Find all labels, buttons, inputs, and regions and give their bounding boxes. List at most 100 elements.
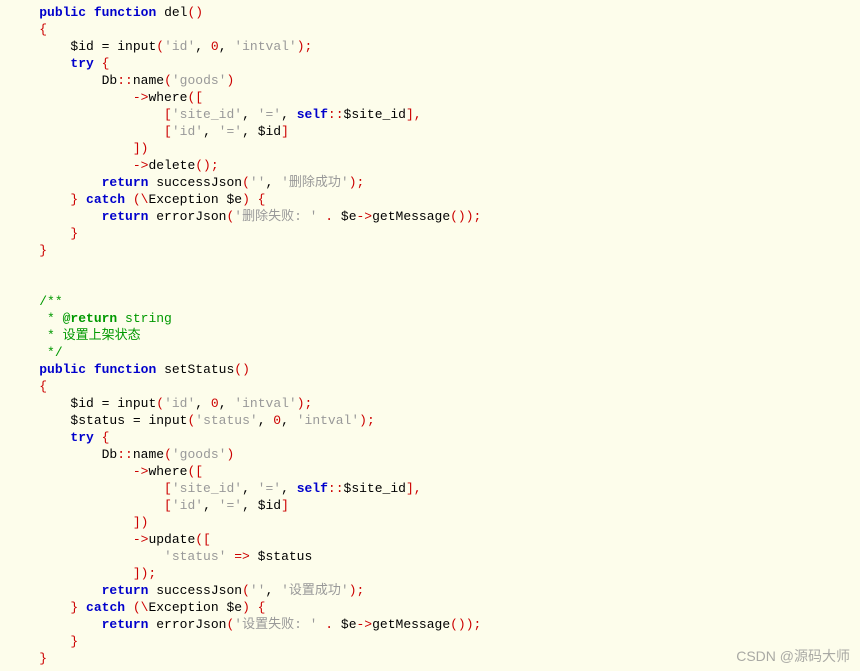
variable: $e bbox=[341, 617, 357, 632]
paren: ); bbox=[297, 39, 313, 54]
keyword-self: self bbox=[297, 107, 328, 122]
comment: */ bbox=[39, 345, 62, 360]
arrow: -> bbox=[357, 617, 373, 632]
bracket: ]) bbox=[133, 141, 149, 156]
brace: } bbox=[70, 226, 78, 241]
method: update bbox=[148, 532, 195, 547]
variable: $status bbox=[70, 413, 125, 428]
keyword-catch: catch bbox=[78, 192, 133, 207]
keyword-public: public bbox=[39, 5, 86, 20]
bracket: ([ bbox=[195, 532, 211, 547]
comma: , bbox=[219, 39, 235, 54]
keyword-try: try bbox=[70, 430, 93, 445]
bracket: [ bbox=[164, 498, 172, 513]
paren: ); bbox=[349, 175, 365, 190]
paren: ( bbox=[242, 583, 250, 598]
brace: } bbox=[39, 651, 47, 666]
bracket: ], bbox=[406, 107, 422, 122]
bracket: ] bbox=[281, 124, 289, 139]
method: where bbox=[148, 90, 187, 105]
string: 'site_id' bbox=[172, 107, 242, 122]
brace: { bbox=[39, 22, 47, 37]
function-name: setStatus bbox=[164, 362, 234, 377]
comment: * @return string bbox=[39, 311, 172, 326]
comma: , bbox=[195, 396, 211, 411]
string: '设置失败: ' bbox=[234, 617, 317, 632]
fn-input: input bbox=[148, 413, 187, 428]
variable: $e bbox=[219, 600, 242, 615]
exception: Exception bbox=[148, 600, 218, 615]
paren: ) { bbox=[242, 600, 265, 615]
brace: { bbox=[94, 430, 110, 445]
keyword-return: return bbox=[102, 583, 149, 598]
paren: ); bbox=[297, 396, 313, 411]
brace: { bbox=[39, 379, 47, 394]
comma: , bbox=[281, 481, 297, 496]
bracket: ] bbox=[281, 498, 289, 513]
fn: successJson bbox=[148, 583, 242, 598]
arrow: -> bbox=[133, 532, 149, 547]
function-name: del bbox=[164, 5, 187, 20]
string: '' bbox=[250, 175, 266, 190]
paren: ()); bbox=[450, 209, 481, 224]
keyword-return: return bbox=[102, 617, 149, 632]
string: 'id' bbox=[164, 396, 195, 411]
brace: { bbox=[94, 56, 110, 71]
paren: (); bbox=[195, 158, 218, 173]
comma: , bbox=[258, 413, 274, 428]
variable: $id bbox=[258, 124, 281, 139]
fn-input: input bbox=[117, 396, 156, 411]
string: 'id' bbox=[164, 39, 195, 54]
paren: () bbox=[234, 362, 250, 377]
arrow: -> bbox=[133, 158, 149, 173]
assign: = bbox=[94, 396, 117, 411]
paren: ()); bbox=[450, 617, 481, 632]
paren: ( bbox=[242, 175, 250, 190]
string: 'intval' bbox=[297, 413, 359, 428]
fn: errorJson bbox=[148, 617, 226, 632]
string: 'site_id' bbox=[172, 481, 242, 496]
string: 'intval' bbox=[234, 396, 296, 411]
comma: , bbox=[203, 498, 219, 513]
method: delete bbox=[148, 158, 195, 173]
number: 0 bbox=[211, 39, 219, 54]
comma: , bbox=[242, 481, 258, 496]
method: name bbox=[133, 73, 164, 88]
comma: , bbox=[195, 39, 211, 54]
bracket: [ bbox=[164, 107, 172, 122]
string: 'id' bbox=[172, 498, 203, 513]
string: '删除失败: ' bbox=[234, 209, 317, 224]
keyword-return: return bbox=[102, 209, 149, 224]
comma: , bbox=[281, 107, 297, 122]
string: 'goods' bbox=[172, 447, 227, 462]
string: 'status' bbox=[195, 413, 257, 428]
keyword-catch: catch bbox=[78, 600, 133, 615]
variable: $id bbox=[70, 39, 93, 54]
paren: () bbox=[187, 5, 203, 20]
paren: ( bbox=[156, 396, 164, 411]
paren: ); bbox=[349, 583, 365, 598]
fn: errorJson bbox=[148, 209, 226, 224]
keyword-return: return bbox=[102, 175, 149, 190]
paren: ) bbox=[226, 73, 234, 88]
comma: , bbox=[281, 413, 297, 428]
assign: = bbox=[125, 413, 148, 428]
class-db: Db bbox=[102, 447, 118, 462]
keyword-function: function bbox=[94, 5, 156, 20]
string: 'goods' bbox=[172, 73, 227, 88]
variable: $site_id bbox=[344, 481, 406, 496]
paren: ) { bbox=[242, 192, 265, 207]
string: 'id' bbox=[172, 124, 203, 139]
fn: successJson bbox=[148, 175, 242, 190]
comma: , bbox=[265, 175, 281, 190]
string: '' bbox=[250, 583, 266, 598]
comment: /** bbox=[39, 294, 62, 309]
code-block: public function del() { $id = input('id'… bbox=[8, 4, 852, 667]
string: 'status' bbox=[164, 549, 226, 564]
dcolon: :: bbox=[328, 481, 344, 496]
method: where bbox=[148, 464, 187, 479]
variable: $e bbox=[341, 209, 357, 224]
string: '=' bbox=[258, 481, 281, 496]
string: '=' bbox=[219, 498, 242, 513]
comma: , bbox=[219, 396, 235, 411]
